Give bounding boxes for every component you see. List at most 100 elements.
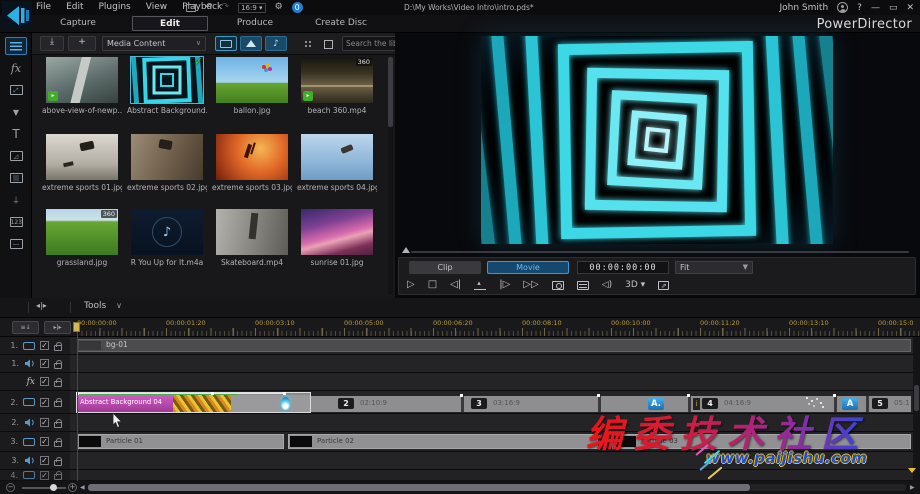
lock-icon[interactable] <box>54 377 62 387</box>
thumbnail[interactable] <box>216 209 288 255</box>
track-content[interactable] <box>70 355 913 372</box>
library-item[interactable]: Skateboard.mp4 <box>212 209 292 267</box>
thumbnail[interactable] <box>301 209 373 255</box>
media-room-button[interactable] <box>5 37 27 55</box>
thumbnail[interactable] <box>131 134 203 180</box>
thumbnail[interactable] <box>301 134 373 180</box>
transition-room-button[interactable]: ◿ <box>5 147 27 165</box>
filter-video-button[interactable] <box>215 36 237 51</box>
lock-icon[interactable] <box>54 341 62 351</box>
library-item[interactable]: ♪ R You Up for It.m4a <box>127 209 207 267</box>
preview-timecode[interactable]: 00:00:00:00 <box>577 261 669 274</box>
tab-edit[interactable]: Edit <box>132 16 208 31</box>
notification-badge[interactable]: 0 <box>291 2 303 13</box>
library-scrollbar-thumb[interactable] <box>388 57 393 127</box>
thumbnail[interactable]: ▸ <box>46 57 118 103</box>
playhead-handle[interactable] <box>73 322 80 332</box>
library-item[interactable]: sunrise 01.jpg <box>297 209 377 267</box>
zoom-slider-handle[interactable] <box>50 484 57 491</box>
timeline-option-button-2[interactable]: ▸|▸ <box>44 321 71 334</box>
library-item[interactable]: extreme sports 04.jpg <box>297 134 377 192</box>
stop-button[interactable]: □ <box>428 278 437 292</box>
filter-music-button[interactable]: ♪ <box>265 36 287 51</box>
playhead-line[interactable] <box>77 322 78 481</box>
menu-view[interactable]: View <box>146 2 167 12</box>
shuttle-control[interactable] <box>474 279 487 290</box>
library-category-dropdown[interactable]: Media Content ∨ <box>102 36 206 51</box>
select-mode-icon[interactable] <box>186 3 196 12</box>
user-name[interactable]: John Smith <box>780 3 829 13</box>
import-media-button[interactable]: ⤓ <box>40 36 64 51</box>
track-enable-checkbox[interactable]: ✓ <box>40 341 49 350</box>
library-item[interactable]: ballon.jpg <box>212 57 292 115</box>
track-enable-checkbox[interactable]: ✓ <box>40 456 49 465</box>
thumbnail[interactable]: ✓ <box>130 56 204 104</box>
volume-button[interactable]: ◁) <box>602 278 612 292</box>
lock-icon[interactable] <box>54 418 62 428</box>
track-enable-checkbox[interactable]: ✓ <box>40 359 49 368</box>
library-item[interactable]: ✓ Abstract Background... <box>127 56 207 115</box>
track-content[interactable] <box>70 373 913 390</box>
undo-icon[interactable]: ↶ <box>205 1 213 14</box>
next-frame-button[interactable]: |▷ <box>499 278 510 292</box>
subtitle-room-button[interactable]: --- <box>5 235 27 253</box>
detail-view-icon[interactable] <box>324 40 333 49</box>
thumbnail[interactable]: 360 ▸ <box>301 57 373 103</box>
user-avatar-icon[interactable] <box>837 2 849 13</box>
undock-preview-button[interactable]: ⇗ <box>658 280 670 290</box>
preview-video[interactable] <box>449 0 865 348</box>
keyframe-dot[interactable] <box>597 394 600 397</box>
timeline-clip-bg01[interactable]: bg-01 <box>77 339 911 352</box>
close-button[interactable]: ✕ <box>906 3 914 13</box>
chapter-room-button[interactable]: 123 <box>5 213 27 231</box>
thumbnail[interactable]: 360 <box>46 209 118 255</box>
track-enable-checkbox[interactable]: ✓ <box>40 418 49 427</box>
tab-create-disc[interactable]: Create Disc <box>306 16 376 31</box>
keyframe-dot[interactable] <box>460 394 463 397</box>
timeline-clip-abstract-selected[interactable]: Abstract Background 04 <box>76 392 311 413</box>
menu-edit[interactable]: Edit <box>66 2 83 12</box>
track-enable-checkbox[interactable]: ✓ <box>40 377 49 386</box>
keyframe-dot[interactable] <box>687 394 690 397</box>
clip-mode-button[interactable]: Clip <box>409 261 481 274</box>
lock-icon[interactable] <box>54 359 62 369</box>
thumbnail[interactable] <box>216 134 288 180</box>
preview-quality-button[interactable] <box>576 280 589 290</box>
tools-dropdown[interactable]: Tools ∨ <box>84 301 122 311</box>
fast-forward-button[interactable]: ▷▷ <box>523 278 538 292</box>
minimize-button[interactable]: — <box>871 3 880 13</box>
thumbnail[interactable] <box>216 57 288 103</box>
keyframe-dot[interactable] <box>211 392 214 395</box>
play-button[interactable]: ▷ <box>407 278 415 292</box>
lock-icon[interactable] <box>54 471 62 480</box>
grid-view-icon[interactable] <box>304 40 313 49</box>
3d-mode-button[interactable]: 3D ▾ <box>625 278 645 292</box>
library-scrollbar[interactable] <box>388 57 393 295</box>
settings-gear-icon[interactable]: ⚙ <box>275 1 283 14</box>
zoom-out-button[interactable]: − <box>6 483 15 492</box>
zoom-fit-dropdown[interactable]: Fit ▼ <box>675 261 753 274</box>
library-item[interactable]: 360 grassland.jpg <box>42 209 122 267</box>
track-enable-checkbox[interactable]: ✓ <box>40 470 49 480</box>
help-button[interactable]: ? <box>857 3 862 13</box>
audio-mixing-room-button[interactable]: ||| <box>5 169 27 187</box>
tab-produce[interactable]: Produce <box>222 16 288 31</box>
timeline-option-button-1[interactable]: ≡↓ <box>12 321 39 334</box>
library-item[interactable]: extreme sports 01.jpg <box>42 134 122 192</box>
track-enable-checkbox[interactable]: ✓ <box>40 437 49 446</box>
scroll-right-arrow[interactable]: ▶ <box>910 484 915 491</box>
menu-file[interactable]: File <box>36 2 51 12</box>
seek-slider-track[interactable] <box>411 251 909 253</box>
thumbnail[interactable] <box>46 134 118 180</box>
zoom-in-button[interactable]: + <box>68 483 77 492</box>
plugins-store-button[interactable]: + <box>68 36 96 51</box>
thumbnail[interactable]: ♪ <box>131 209 203 255</box>
snapshot-button[interactable] <box>551 280 564 290</box>
lock-icon[interactable] <box>54 456 62 466</box>
track-content[interactable]: bg-01 <box>70 337 913 354</box>
track-manager-icon[interactable]: ◂|▸ <box>36 301 47 310</box>
filter-photo-button[interactable] <box>240 36 262 51</box>
menu-plugins[interactable]: Plugins <box>99 2 131 12</box>
title-room-button[interactable]: T <box>5 125 27 143</box>
movie-mode-button[interactable]: Movie <box>487 261 569 274</box>
